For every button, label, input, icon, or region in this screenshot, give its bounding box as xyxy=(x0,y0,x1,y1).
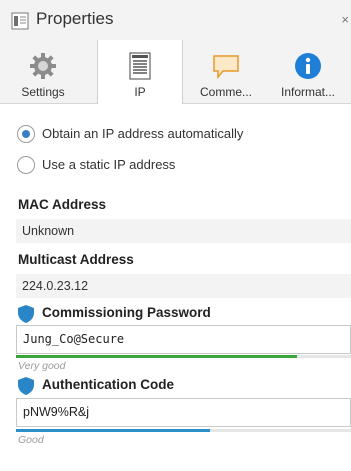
radio-auto-label: Obtain an IP address automatically xyxy=(42,126,244,141)
properties-icon xyxy=(11,12,29,30)
authentication-strength-bar xyxy=(16,429,351,432)
ip-document-icon xyxy=(129,52,151,80)
info-icon xyxy=(295,53,321,79)
tab-ip[interactable]: IP xyxy=(97,40,183,104)
radio-button-auto[interactable] xyxy=(17,125,35,143)
tab-settings[interactable]: Settings xyxy=(0,40,86,103)
tab-ip-label: IP xyxy=(134,85,146,99)
tab-bar: Settings IP Comme... Informat... xyxy=(0,40,351,104)
shield-icon xyxy=(18,305,34,323)
title-bar: Properties × xyxy=(0,0,351,40)
radio-obtain-automatically[interactable]: Obtain an IP address automatically xyxy=(17,125,317,145)
commissioning-strength-bar xyxy=(16,355,351,358)
authentication-strength-text: Good xyxy=(18,434,44,446)
mac-address-label: MAC Address xyxy=(18,197,107,212)
commissioning-password-label: Commissioning Password xyxy=(42,305,211,320)
authentication-code-input[interactable]: pNW9%R&j xyxy=(16,398,351,427)
tab-comments[interactable]: Comme... xyxy=(183,40,269,103)
shield-icon xyxy=(18,377,34,395)
gear-icon xyxy=(30,53,56,79)
multicast-address-label: Multicast Address xyxy=(18,252,134,267)
authentication-code-label: Authentication Code xyxy=(42,377,174,392)
tab-information-label: Informat... xyxy=(280,85,336,99)
close-icon[interactable]: × xyxy=(341,12,349,27)
radio-static-ip[interactable]: Use a static IP address xyxy=(17,156,317,176)
commissioning-password-input[interactable]: Jung_Co@Secure xyxy=(16,325,351,354)
radio-static-label: Use a static IP address xyxy=(42,157,176,172)
radio-button-static[interactable] xyxy=(17,156,35,174)
commissioning-strength-text: Very good xyxy=(18,360,66,372)
multicast-address-value: 224.0.23.12 xyxy=(16,274,351,298)
tab-comments-label: Comme... xyxy=(199,85,252,99)
commissioning-strength-fill xyxy=(16,355,298,358)
tab-information[interactable]: Informat... xyxy=(265,40,351,103)
authentication-strength-fill xyxy=(16,429,211,432)
tab-settings-label: Settings xyxy=(21,85,65,99)
mac-address-value: Unknown xyxy=(16,219,351,243)
window-title: Properties xyxy=(36,9,114,28)
comment-icon xyxy=(213,55,239,80)
